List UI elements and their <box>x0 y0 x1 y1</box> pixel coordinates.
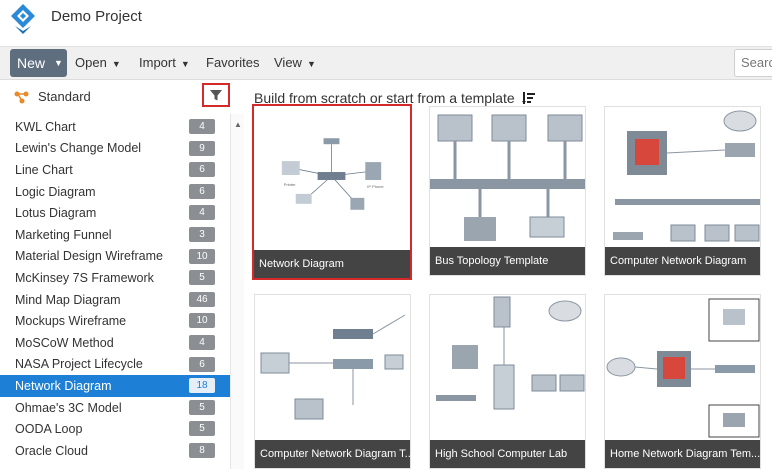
template-thumbnail: Printer IP Phone <box>254 106 410 246</box>
template-caption: High School Computer Lab <box>430 440 585 468</box>
template-thumbnail <box>430 295 585 440</box>
template-card-computer-network[interactable]: Computer Network Diagram <box>604 106 761 276</box>
sidebar-item[interactable]: Lewin's Change Model 9 <box>0 138 230 160</box>
count-badge: 10 <box>189 313 215 329</box>
import-menu-label: Import <box>139 55 176 70</box>
count-badge: 10 <box>189 248 215 264</box>
filter-icon <box>210 90 222 101</box>
new-button-label: New <box>17 55 46 71</box>
template-card-high-school-lab[interactable]: High School Computer Lab <box>429 294 586 469</box>
count-badge: 5 <box>189 421 215 437</box>
sidebar-item[interactable]: Line Chart 6 <box>0 159 230 181</box>
favorites-menu[interactable]: Favorites <box>206 55 259 70</box>
sidebar-item-label: McKinsey 7S Framework <box>15 270 154 285</box>
template-caption: Network Diagram <box>254 250 410 278</box>
sidebar-item[interactable]: KWL Chart 4 <box>0 116 230 138</box>
sidebar-item-label: Network Diagram <box>15 378 112 393</box>
count-badge: 6 <box>189 162 215 178</box>
sidebar-item-label: NASA Project Lifecycle <box>15 357 143 372</box>
sidebar-item-label: Mockups Wireframe <box>15 314 127 329</box>
chevron-down-icon: ▼ <box>54 58 63 68</box>
template-thumbnail <box>605 295 760 440</box>
sidebar-item-label: Ohmae's 3C Model <box>15 400 122 415</box>
sort-icon[interactable] <box>522 91 536 105</box>
sidebar-scrollbar[interactable]: ▲ <box>230 114 244 469</box>
count-badge: 18 <box>189 378 215 394</box>
count-badge: 3 <box>189 226 215 242</box>
count-badge: 6 <box>189 183 215 199</box>
app-header: Demo Project <box>0 0 772 46</box>
view-menu-label: View <box>274 55 302 70</box>
view-menu[interactable]: View ▼ <box>274 55 316 70</box>
sidebar-item-label: KWL Chart <box>15 119 76 134</box>
sidebar-item[interactable]: Marketing Funnel 3 <box>0 224 230 246</box>
sidebar-item[interactable]: Mockups Wireframe 10 <box>0 310 230 332</box>
sidebar-item-label: OODA Loop <box>15 422 83 437</box>
sidebar-item-label: Mind Map Diagram <box>15 292 121 307</box>
count-badge: 4 <box>189 119 215 134</box>
chevron-down-icon: ▼ <box>306 59 316 69</box>
template-caption: Computer Network Diagram <box>605 247 760 275</box>
sidebar-item-label: Material Design Wireframe <box>15 249 163 264</box>
chevron-down-icon: ▼ <box>111 59 121 69</box>
open-menu-label: Open <box>75 55 107 70</box>
count-badge: 46 <box>189 291 215 307</box>
category-label: Standard <box>38 89 91 104</box>
sidebar-item-label: MoSCoW Method <box>15 335 114 350</box>
template-card-bus-topology[interactable]: Bus Topology Template <box>429 106 586 276</box>
count-badge: 4 <box>189 205 215 221</box>
template-gallery: Build from scratch or start from a templ… <box>246 80 772 469</box>
count-badge: 9 <box>189 140 215 156</box>
toolbar: New ▼ Open ▼ Import ▼ Favorites View ▼ Sear… <box>0 46 772 80</box>
sidebar-item[interactable]: Ohmae's 3C Model 5 <box>0 397 230 419</box>
sidebar-item-label: Oracle Cloud <box>15 443 88 458</box>
template-thumbnail <box>255 295 410 440</box>
sidebar: Standard KWL Chart 4 Lewin's Change Model 9… <box>0 80 246 469</box>
sidebar-item[interactable]: Material Design Wireframe 10 <box>0 246 230 268</box>
sidebar-item[interactable]: Oracle Cloud 8 <box>0 440 230 462</box>
search-input[interactable]: Search <box>734 49 772 77</box>
template-card-network-diagram[interactable]: Printer IP Phone Network Diagram <box>252 104 412 280</box>
filter-button[interactable] <box>202 83 230 107</box>
category-list: KWL Chart 4 Lewin's Change Model 9 Line Char… <box>0 116 230 462</box>
template-card-computer-network-t[interactable]: Computer Network Diagram T... <box>254 294 411 469</box>
sidebar-item-label: Logic Diagram <box>15 184 96 199</box>
sidebar-item-label: Lotus Diagram <box>15 206 97 221</box>
app-logo-icon <box>11 4 35 34</box>
search-placeholder: Search <box>741 55 772 70</box>
scroll-up-icon[interactable]: ▲ <box>234 120 242 129</box>
favorites-label: Favorites <box>206 55 260 70</box>
sidebar-item[interactable]: Logic Diagram 6 <box>0 181 230 203</box>
template-caption: Bus Topology Template <box>430 247 585 275</box>
sidebar-item[interactable]: McKinsey 7S Framework 5 <box>0 267 230 289</box>
app-title: Demo Project <box>51 8 142 25</box>
count-badge: 4 <box>189 334 215 350</box>
sidebar-item-label: Lewin's Change Model <box>15 141 142 156</box>
open-menu[interactable]: Open ▼ <box>75 55 121 70</box>
sidebar-item[interactable]: OODA Loop 5 <box>0 418 230 440</box>
count-badge: 5 <box>189 399 215 415</box>
template-thumbnail <box>430 107 585 247</box>
svg-text:Printer: Printer <box>284 182 296 187</box>
sidebar-item[interactable]: MoSCoW Method 4 <box>0 332 230 354</box>
count-badge: 5 <box>189 270 215 286</box>
sidebar-item[interactable]: Mind Map Diagram 46 <box>0 289 230 311</box>
template-thumbnail <box>605 107 760 247</box>
template-caption: Home Network Diagram Tem... <box>605 440 760 468</box>
sidebar-item-label: Marketing Funnel <box>15 227 112 242</box>
sidebar-item[interactable]: NASA Project Lifecycle 6 <box>0 354 230 376</box>
new-button[interactable]: New ▼ <box>10 49 67 77</box>
sidebar-item[interactable]: Network Diagram 18 <box>0 375 230 397</box>
chevron-down-icon: ▼ <box>180 59 190 69</box>
template-card-home-network[interactable]: Home Network Diagram Tem... <box>604 294 761 469</box>
template-caption: Computer Network Diagram T... <box>255 440 410 468</box>
standard-category-icon <box>14 91 29 104</box>
import-menu[interactable]: Import ▼ <box>139 55 190 70</box>
count-badge: 8 <box>189 442 215 458</box>
count-badge: 6 <box>189 356 215 372</box>
svg-text:IP Phone: IP Phone <box>367 184 384 189</box>
category-header[interactable]: Standard <box>0 80 246 114</box>
sidebar-item-label: Line Chart <box>15 162 73 177</box>
sidebar-item[interactable]: Lotus Diagram 4 <box>0 202 230 224</box>
